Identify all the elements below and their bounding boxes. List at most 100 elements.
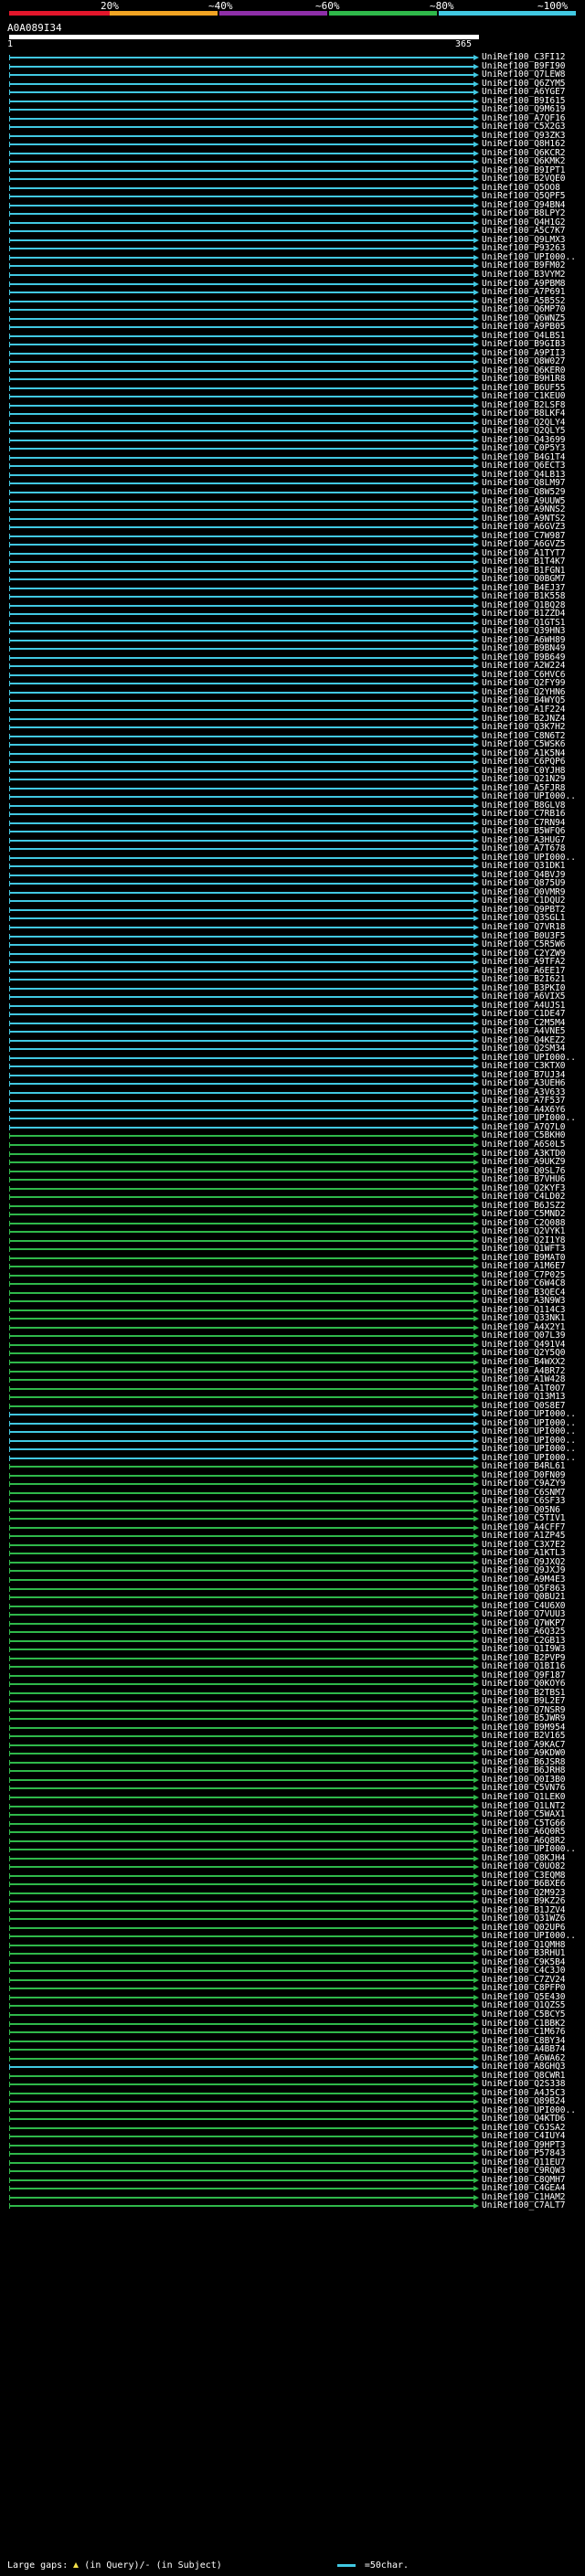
alignment-start-tick xyxy=(9,246,10,252)
alignment-arrow-icon xyxy=(473,559,479,566)
alignment-line xyxy=(9,1118,473,1120)
alignment-start-tick xyxy=(9,1481,10,1488)
alignment-start-tick xyxy=(9,594,10,600)
alignment-arrow-icon xyxy=(473,1707,479,1713)
alignment-arrow-icon xyxy=(473,246,479,252)
alignment-start-tick xyxy=(9,1429,10,1436)
alignment-start-tick xyxy=(9,1681,10,1688)
alignment-start-tick xyxy=(9,463,10,470)
alignment-start-tick xyxy=(9,1716,10,1723)
alignment-arrow-icon xyxy=(473,846,479,853)
alignment-arrow-icon xyxy=(473,968,479,974)
alignment-start-tick xyxy=(9,925,10,930)
alignment-arrow-icon xyxy=(473,437,479,443)
alignment-start-tick xyxy=(9,1142,10,1148)
alignment-start-tick xyxy=(9,1629,10,1636)
alignment-arrow-icon xyxy=(473,802,479,809)
alignment-arrow-icon xyxy=(473,1647,479,1653)
alignment-arrow-icon xyxy=(473,906,479,913)
alignment-start-tick xyxy=(9,1612,10,1618)
alignment-line xyxy=(9,1231,473,1234)
alignment-start-tick xyxy=(9,620,10,626)
alignment-line xyxy=(9,1909,473,1912)
alignment-line xyxy=(9,1666,473,1669)
alignment-line xyxy=(9,1431,473,1434)
alignment-arrow-icon xyxy=(473,1307,479,1313)
hit-row[interactable]: UniRef100_C7ALT7 xyxy=(0,2200,585,2210)
alignment-line xyxy=(9,1674,473,1677)
alignment-line xyxy=(9,1701,473,1703)
footer-legend: Large gaps: (in Query)/- (in Subject) =5… xyxy=(7,2560,409,2571)
alignment-line xyxy=(9,439,473,441)
alignment-arrow-icon xyxy=(473,463,479,470)
alignment-arrow-icon xyxy=(473,1012,479,1018)
alignment-line xyxy=(9,1083,473,1086)
alignment-line xyxy=(9,509,473,512)
alignment-line xyxy=(9,2014,473,2016)
alignment-arrow-icon xyxy=(473,1360,479,1365)
alignment-start-tick xyxy=(9,742,10,748)
large-gaps-label: Large gaps: xyxy=(7,2560,69,2571)
alignment-line xyxy=(9,839,473,842)
alignment-line xyxy=(9,578,473,581)
alignment-start-tick xyxy=(9,1620,10,1627)
alignment-line xyxy=(9,1978,473,1981)
alignment-arrow-icon xyxy=(473,1959,479,1966)
alignment-line xyxy=(9,1726,473,1729)
alignment-arrow-icon xyxy=(473,942,479,949)
alignment-arrow-icon xyxy=(473,1916,479,1923)
alignment-start-tick xyxy=(9,1185,10,1192)
alignment-start-tick xyxy=(9,1977,10,1983)
alignment-line xyxy=(9,700,473,703)
alignment-line xyxy=(9,221,473,224)
alignment-arrow-icon xyxy=(473,1864,479,1871)
alignment-line xyxy=(9,779,473,781)
alignment-start-tick xyxy=(9,281,10,287)
alignment-line xyxy=(9,448,473,451)
alignment-line xyxy=(9,178,473,181)
alignment-line xyxy=(9,1797,473,1798)
alignment-start-tick xyxy=(9,968,10,974)
alignment-line xyxy=(9,1256,473,1259)
alignment-arrow-icon xyxy=(473,1951,479,1957)
alignment-start-tick xyxy=(9,1855,10,1861)
alignment-arrow-icon xyxy=(473,725,479,731)
alignment-arrow-icon xyxy=(473,333,479,339)
alignment-arrow-icon xyxy=(473,1620,479,1627)
alignment-start-tick xyxy=(9,263,10,270)
alignment-start-tick xyxy=(9,672,10,678)
alignment-line xyxy=(9,256,473,259)
alignment-start-tick xyxy=(9,994,10,1001)
alignment-start-tick xyxy=(9,1255,10,1261)
alignment-arrow-icon xyxy=(473,1150,479,1157)
alignment-arrow-icon xyxy=(473,1064,479,1070)
alignment-arrow-icon xyxy=(473,446,479,452)
alignment-line xyxy=(9,309,473,312)
alignment-arrow-icon xyxy=(473,1403,479,1409)
alignment-start-tick xyxy=(9,490,10,495)
alignment-start-tick xyxy=(9,1168,10,1174)
alignment-line xyxy=(9,1039,473,1042)
alignment-start-tick xyxy=(9,2116,10,2123)
alignment-start-tick xyxy=(9,1577,10,1583)
alignment-start-tick xyxy=(9,194,10,200)
alignment-start-tick xyxy=(9,1160,10,1166)
alignment-line xyxy=(9,1814,473,1817)
alignment-arrow-icon xyxy=(473,176,479,183)
alignment-start-tick xyxy=(9,1194,10,1201)
alignment-line xyxy=(9,1805,473,1807)
alignment-start-tick xyxy=(9,1733,10,1740)
hit-label-link[interactable]: UniRef100_C7ALT7 xyxy=(482,2200,566,2210)
alignment-arrow-icon xyxy=(473,298,479,304)
alignment-arrow-icon xyxy=(473,620,479,626)
alignment-line xyxy=(9,161,473,164)
alignment-line xyxy=(9,1222,473,1224)
alignment-line xyxy=(9,561,473,564)
alignment-start-tick xyxy=(9,1029,10,1035)
alignment-line xyxy=(9,1570,473,1573)
alignment-arrow-icon xyxy=(473,1177,479,1183)
alignment-line xyxy=(9,761,473,764)
alignment-line xyxy=(9,900,473,903)
alignment-arrow-icon xyxy=(473,1385,479,1392)
alignment-line xyxy=(9,1483,473,1486)
